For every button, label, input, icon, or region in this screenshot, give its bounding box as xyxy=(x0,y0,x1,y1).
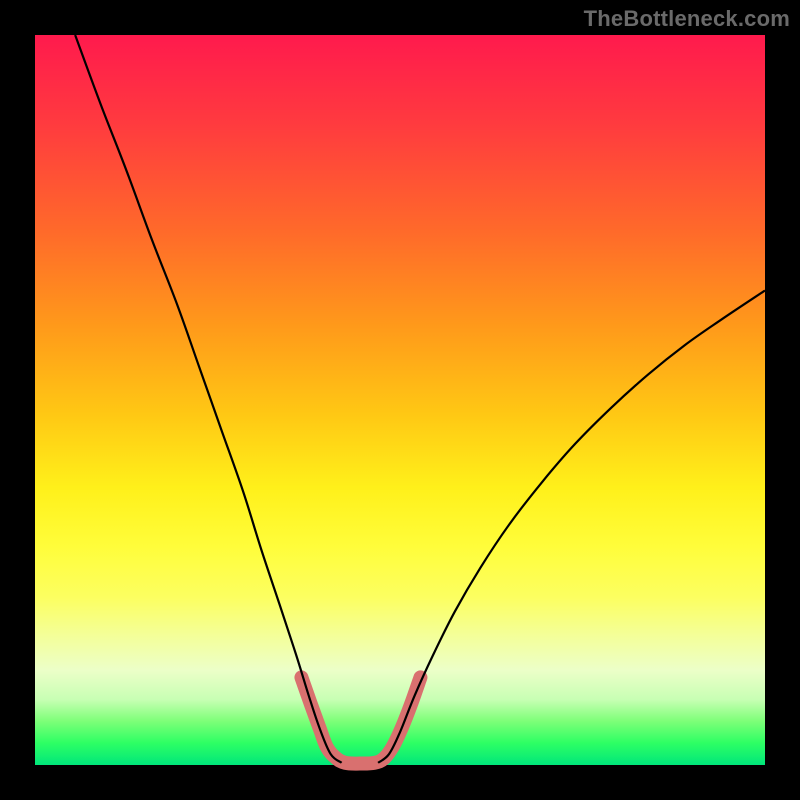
valley-highlight-path xyxy=(301,677,420,763)
right-curve-path xyxy=(378,291,765,763)
watermark-text: TheBottleneck.com xyxy=(584,6,790,32)
chart-frame: TheBottleneck.com xyxy=(0,0,800,800)
left-curve-path xyxy=(75,35,341,763)
chart-svg xyxy=(35,35,765,765)
